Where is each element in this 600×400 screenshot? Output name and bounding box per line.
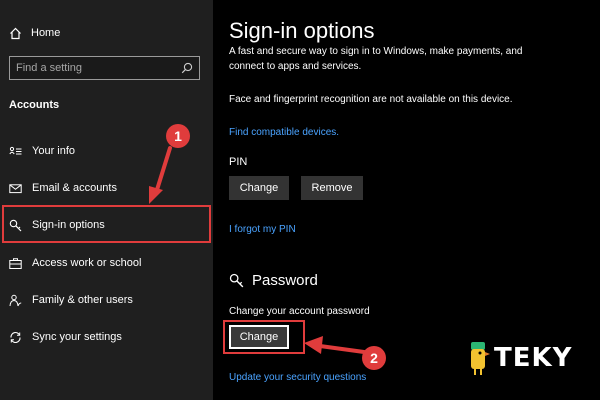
arrow-step1: [149, 146, 172, 204]
logo-text: TEKY: [494, 343, 573, 373]
step-badge-1: 1: [166, 124, 190, 148]
screenshot-root: Home Accounts Your info: [0, 0, 600, 400]
step-badge-2: 2: [362, 346, 386, 370]
arrow-step2: [304, 336, 366, 354]
bird-mascot-icon: [471, 342, 490, 375]
teky-logo: TEKY: [468, 338, 572, 378]
